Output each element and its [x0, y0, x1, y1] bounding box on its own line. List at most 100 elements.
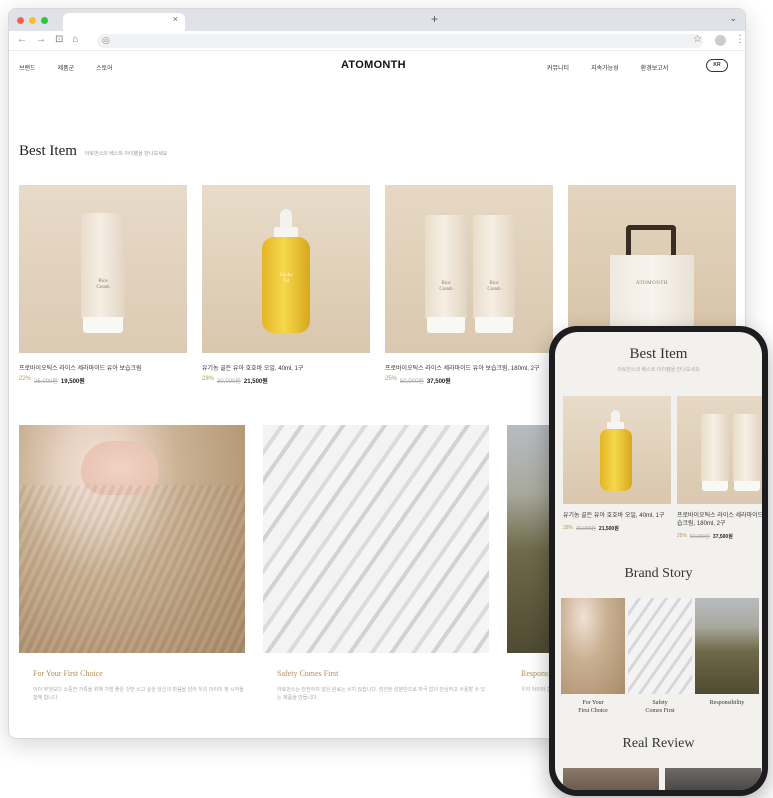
- mobile-phone: Best Item 아토먼스의 베스트 아이템을 만나보세요 유기농 골든 유아…: [549, 326, 768, 796]
- original-price: 25,000원: [34, 379, 58, 385]
- mobile-product-name[interactable]: 유기농 골든 유아 호호바 오일, 40ml, 1구: [563, 512, 671, 520]
- nav-item-brand[interactable]: 브랜드: [19, 63, 36, 72]
- product-name[interactable]: 유기농 골든 유아 호호바 오일, 40ml, 1구: [202, 365, 370, 373]
- sale-price: 19,500원: [60, 379, 85, 385]
- mobile-best-title: Best Item: [629, 346, 688, 362]
- mobile-story-caption: Responsibility: [709, 700, 745, 706]
- forward-icon[interactable]: →: [36, 34, 46, 45]
- product-image[interactable]: Rice Cream: [19, 185, 187, 353]
- mobile-product-image[interactable]: [677, 396, 762, 504]
- story-text: 아토먼스는 안전하지 않은 원료는 쓰지 않습니다. 엄선된 성분만으로 자극 …: [277, 687, 486, 701]
- nav-item-community[interactable]: 커뮤니티: [547, 63, 569, 72]
- nav-item-products[interactable]: 제품군: [58, 63, 75, 72]
- nav-item-report[interactable]: 환경보고서: [641, 63, 669, 72]
- discount-rate: 28%: [563, 525, 574, 531]
- best-item-header: Best Item 아토먼스의 베스트 아이템을 만나보세요: [19, 143, 167, 160]
- profile-avatar-icon[interactable]: [715, 35, 726, 46]
- window-controls: [17, 17, 48, 24]
- product-card[interactable]: Jojoba Oil 유기농 골든 유아 호호바 오일, 40ml, 1구 28%…: [202, 185, 370, 385]
- window-menu-icon[interactable]: ⌄: [729, 13, 737, 24]
- sale-price: 37,500원: [426, 379, 451, 385]
- home-icon[interactable]: ⌂: [72, 34, 78, 45]
- product-name[interactable]: 프로바이오틱스 라이스 세라마이드 유아 보습크림: [19, 365, 187, 373]
- tube-label: Rice Cream: [487, 281, 501, 292]
- section-subtitle: 아토먼스의 베스트 아이템을 만나보세요: [84, 151, 168, 157]
- knit-texture: [19, 485, 245, 653]
- bag-logo: ATOMONTH: [636, 281, 668, 286]
- window-close-button[interactable]: [17, 17, 24, 24]
- cream-texture-image: [628, 598, 692, 694]
- cream-tube: [425, 215, 467, 319]
- mobile-product-image[interactable]: [563, 396, 671, 504]
- discount-rate: 25%: [677, 533, 688, 539]
- language-toggle[interactable]: KR: [706, 59, 728, 72]
- discount-rate: 28%: [202, 376, 215, 382]
- bookmark-star-icon[interactable]: ☆: [693, 34, 702, 45]
- nav-item-store[interactable]: 스토어: [96, 63, 113, 72]
- story-title: For Your First Choice: [33, 669, 103, 678]
- reload-icon[interactable]: ⊡: [55, 34, 63, 45]
- product-price: 22% 25,000원 19,500원: [19, 376, 187, 385]
- story-text: 아이 무엇보다 소중한 가족을 위해 가장 좋은 것만 쓰고 싶은 당신의 마음…: [33, 687, 244, 701]
- original-price: 30,000원: [576, 526, 596, 532]
- baby-knit-image: [561, 598, 625, 694]
- tab-close-icon[interactable]: ×: [173, 14, 178, 24]
- product-name[interactable]: 프로바이오틱스 라이스 세라마이드 유아 보습크림, 180ml, 2구: [385, 365, 553, 373]
- original-price: 50,000원: [400, 379, 424, 385]
- window-zoom-button[interactable]: [41, 17, 48, 24]
- global-nav: 브랜드 제품군 스토어 ATOMONTH 커뮤니티 지속가능성 환경보고서 KR: [9, 51, 745, 81]
- discount-rate: 22%: [19, 376, 32, 382]
- product-card[interactable]: Rice Cream Rice Cream 프로바이오틱스 라이스 세라마이드 유아…: [385, 185, 553, 385]
- mobile-story-caption: For Your First Choice: [578, 700, 608, 714]
- mobile-product-name[interactable]: 프로바이오틱스 라이스 세라마이드 유아 보습크림, 180ml, 2구: [677, 512, 762, 528]
- review-image[interactable]: [563, 768, 659, 790]
- address-bar[interactable]: ◎: [97, 34, 703, 48]
- sale-price: 37,500원: [712, 534, 733, 540]
- mobile-story-card[interactable]: For Your First Choice: [561, 598, 625, 715]
- story-title: Safety Comes First: [277, 669, 339, 678]
- mobile-product-card[interactable]: 유기농 골든 유아 호호바 오일, 40ml, 1구 28% 30,000원 2…: [563, 396, 671, 532]
- mobile-product-card[interactable]: 프로바이오틱스 라이스 세라마이드 유아 보습크림, 180ml, 2구 25%…: [677, 396, 762, 540]
- brand-story-card[interactable]: For Your First Choice 아이 무엇보다 소중한 가족을 위해…: [19, 425, 245, 702]
- review-image[interactable]: [665, 768, 761, 790]
- tube-cap: [83, 317, 123, 333]
- mobile-screen: Best Item 아토먼스의 베스트 아이템을 만나보세요 유기농 골든 유아…: [555, 332, 762, 790]
- mobile-story-card[interactable]: Safety Comes First: [628, 598, 692, 715]
- mobile-product-price: 25% 50,000원 37,500원: [677, 533, 762, 540]
- window-minimize-button[interactable]: [29, 17, 36, 24]
- mobile-brand-title: Brand Story: [624, 566, 693, 581]
- oil-bottle: [600, 429, 632, 491]
- browser-toolbar: ← → ⊡ ⌂ ◎ ☆ ⋮: [9, 31, 745, 51]
- browser-tab[interactable]: ×: [63, 13, 185, 31]
- product-image[interactable]: Jojoba Oil: [202, 185, 370, 353]
- more-menu-icon[interactable]: ⋮: [735, 34, 745, 45]
- mobile-story-caption: Safety Comes First: [645, 700, 675, 714]
- site-info-icon[interactable]: ◎: [102, 35, 110, 46]
- cream-tube: [81, 213, 125, 319]
- product-price: 28% 30,000원 21,500원: [202, 376, 370, 385]
- mobile-story-card[interactable]: Responsibility: [695, 598, 759, 707]
- sale-price: 21,500원: [598, 526, 619, 532]
- cream-tube: [701, 414, 729, 482]
- new-tab-icon[interactable]: +: [431, 12, 438, 26]
- oil-bottle: [262, 237, 310, 333]
- product-price: 25% 50,000원 37,500원: [385, 376, 553, 385]
- site-logo[interactable]: ATOMONTH: [341, 59, 406, 71]
- back-icon[interactable]: ←: [17, 34, 27, 45]
- mobile-best-subtitle: 아토먼스의 베스트 아이템을 만나보세요: [617, 367, 700, 373]
- tube-cap: [427, 317, 465, 333]
- product-card[interactable]: Rice Cream 프로바이오틱스 라이스 세라마이드 유아 보습크림 22% …: [19, 185, 187, 385]
- cream-tube: [733, 414, 761, 482]
- tube-label: Rice Cream: [96, 279, 110, 290]
- baby-knit-image: [19, 425, 245, 653]
- tab-strip: × + ⌄: [9, 9, 745, 31]
- original-price: 50,000원: [690, 534, 710, 540]
- cream-texture-image: [263, 425, 489, 653]
- tube-label: Rice Cream: [439, 281, 453, 292]
- sale-price: 21,500원: [243, 379, 268, 385]
- section-title: Best Item: [19, 143, 77, 159]
- product-image[interactable]: Rice Cream Rice Cream: [385, 185, 553, 353]
- brand-story-card[interactable]: Safety Comes First 아토먼스는 안전하지 않은 원료는 쓰지 …: [263, 425, 489, 702]
- nav-controls: ← → ⊡ ⌂: [17, 34, 78, 45]
- nav-item-sustainability[interactable]: 지속가능성: [591, 63, 619, 72]
